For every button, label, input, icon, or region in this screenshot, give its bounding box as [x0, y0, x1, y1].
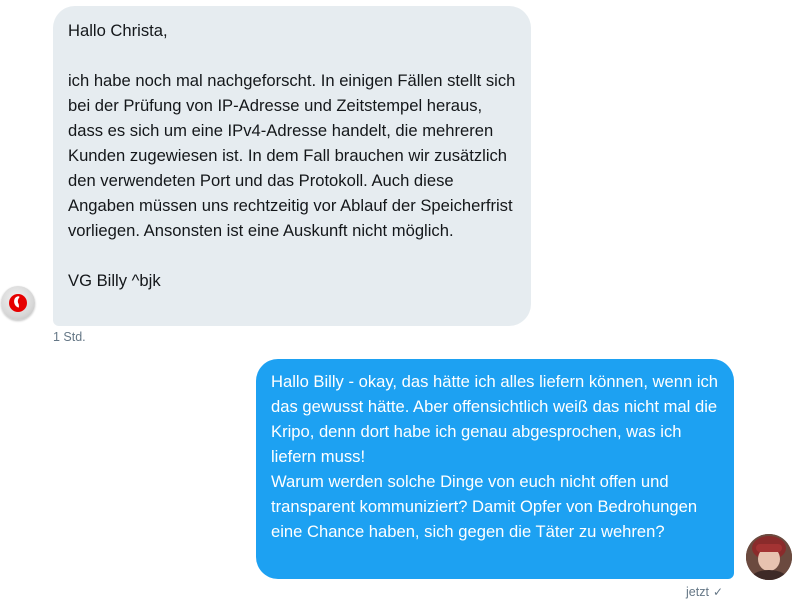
- incoming-message-bubble[interactable]: Hallo Christa, ich habe noch mal nachgef…: [53, 6, 531, 326]
- outgoing-timestamp: jetzt: [686, 585, 709, 599]
- read-check-icon: ✓: [712, 585, 723, 599]
- user-avatar-icon[interactable]: [746, 534, 792, 580]
- incoming-timestamp: 1 Std.: [53, 330, 86, 344]
- vodafone-logo-icon[interactable]: [1, 286, 35, 320]
- outgoing-message-bubble[interactable]: Hallo Billy - okay, das hätte ich alles …: [256, 359, 734, 579]
- outgoing-status: jetzt ✓: [686, 585, 723, 599]
